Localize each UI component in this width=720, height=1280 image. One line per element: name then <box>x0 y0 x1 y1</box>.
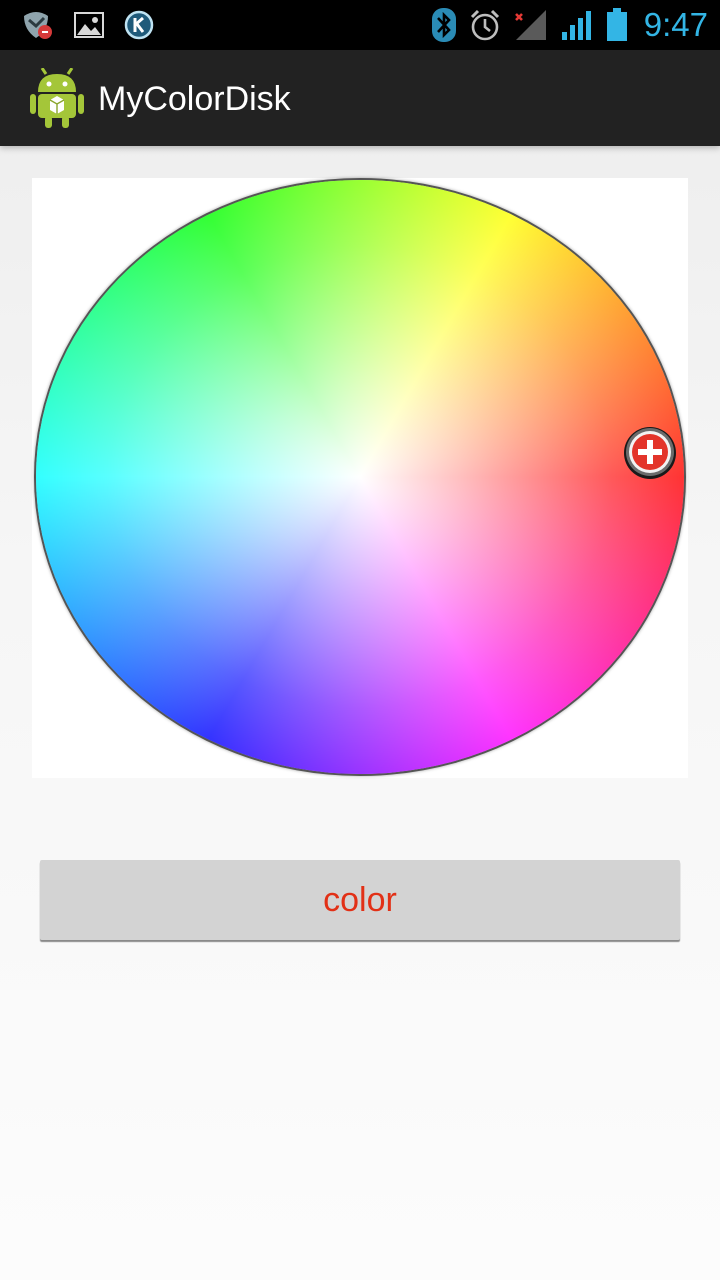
bluetooth-icon <box>431 8 456 42</box>
android-robot-icon <box>30 68 84 128</box>
status-bar-left <box>20 0 154 50</box>
signal-icon <box>561 11 591 40</box>
gallery-icon <box>74 12 104 38</box>
plus-circle-icon[interactable] <box>622 424 678 480</box>
color-disk-saturation-overlay <box>36 180 684 774</box>
shield-alert-icon <box>24 12 52 39</box>
status-bar-right: 9:47 <box>431 0 708 50</box>
battery-icon <box>606 8 627 41</box>
signal-weak-icon <box>514 10 546 40</box>
action-bar: MyColorDisk <box>0 50 720 146</box>
color-disk[interactable] <box>36 180 684 774</box>
status-time: 9:47 <box>643 6 708 43</box>
color-disk-panel <box>32 178 688 778</box>
color-button[interactable]: color <box>40 860 680 940</box>
k-app-icon <box>124 10 154 40</box>
alarm-icon <box>470 9 499 41</box>
status-bar: 9:47 <box>0 0 720 50</box>
app-title: MyColorDisk <box>98 80 291 118</box>
